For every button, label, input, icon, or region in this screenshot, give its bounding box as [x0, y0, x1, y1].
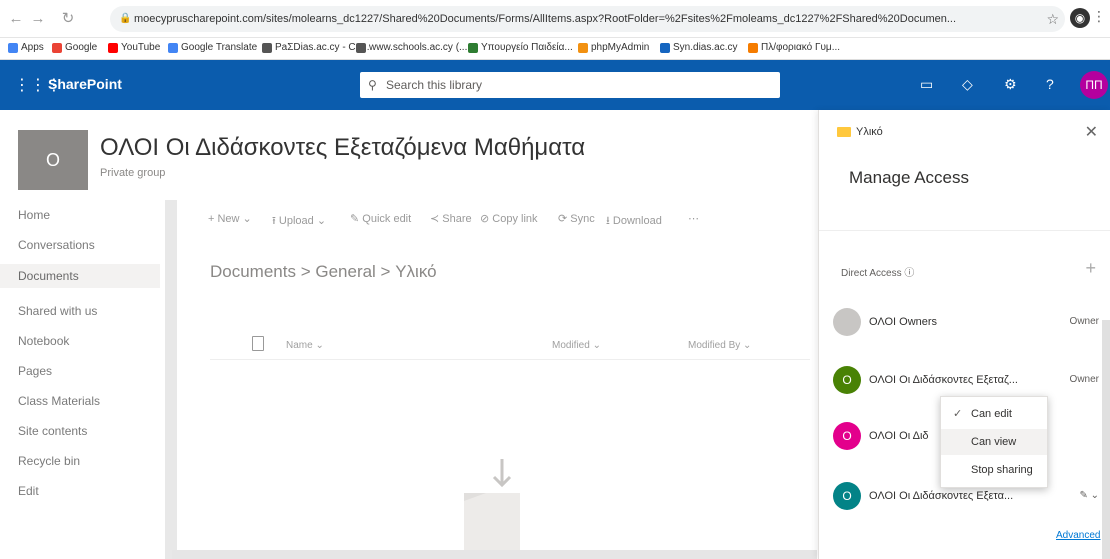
bookmark-moec[interactable]: Υπουργείο Παιδεία... [468, 42, 573, 53]
panel-scrollbar[interactable] [1102, 320, 1110, 559]
nav-item-recycle-bin[interactable]: Recycle bin [18, 454, 80, 468]
browser-toolbar: ← → ↻ 🔒 moecypruscharepoint.com/sites/mo… [0, 0, 1110, 38]
share-button[interactable]: ≺ Share [430, 212, 472, 225]
more-commands-icon[interactable]: ⋯ [688, 212, 699, 225]
person-name: ΟΛΟΙ Οι Διδάσκοντες Εξεταζ... [869, 374, 1018, 386]
advanced-link[interactable]: Advanced [1056, 530, 1100, 541]
nav-item-pages[interactable]: Pages [18, 364, 52, 378]
horizontal-scrollbar[interactable] [172, 550, 817, 559]
bookmark-google[interactable]: Google [52, 42, 97, 53]
command-bar: + New ⌄ ⭱ Upload ⌄ ✎ Quick edit ≺ Share … [190, 206, 800, 232]
divider [819, 230, 1110, 231]
file-type-icon[interactable] [252, 336, 264, 351]
nav-scrollbar[interactable] [165, 200, 177, 559]
new-button[interactable]: + New ⌄ [208, 212, 252, 225]
avatar: O [833, 482, 861, 510]
permission-role[interactable]: Owner [1070, 374, 1099, 385]
quick-edit-button[interactable]: ✎ Quick edit [350, 212, 411, 225]
avatar [833, 308, 861, 336]
column-modified-by[interactable]: Modified By ⌄ [688, 340, 751, 351]
nav-item-site-contents[interactable]: Site contents [18, 424, 87, 438]
settings-gear-icon[interactable]: ⚙ [1004, 76, 1017, 93]
add-people-icon[interactable]: + [1085, 258, 1096, 279]
sync-button[interactable]: ⟳ Sync [558, 212, 595, 225]
copy-link-button[interactable]: ⊘ Copy link [480, 212, 538, 225]
suite-bar: ⋮⋮⋮ SharePoint ⚲ Search this library ▭ ◇… [0, 60, 1110, 110]
person-name: ΟΛΟΙ Οι Διδάσκοντες Εξετα... [869, 490, 1014, 502]
list-header: Name ⌄ Modified ⌄ Modified By ⌄ [210, 330, 810, 360]
site-privacy-label: Private group [100, 167, 166, 179]
person-name: ΟΛΟΙ Owners [869, 316, 938, 328]
bookmark-dias[interactable]: PaΣDias.ac.cy - Co... [262, 42, 370, 53]
direct-access-label: Direct Access ⓘ [841, 268, 915, 279]
menu-item-can-view[interactable]: Can view [941, 429, 1047, 455]
left-navigation: Home Conversations Documents Shared with… [0, 200, 165, 559]
browser-menu-icon[interactable]: ⋮ [1092, 8, 1106, 25]
chat-icon[interactable]: ▭ [920, 76, 933, 93]
panel-title: Manage Access [849, 168, 970, 187]
avatar[interactable]: ΠΠ [1080, 71, 1108, 99]
bookmark-platform[interactable]: Πλ/φοριακό Γυμ... [748, 42, 840, 53]
bookmark-star-icon[interactable]: ☆ [1046, 6, 1059, 32]
folder-icon [837, 127, 851, 137]
app-name[interactable]: SharePoint [48, 76, 122, 92]
folder-name: Υλικό [856, 126, 883, 138]
access-entry[interactable]: O ΟΛΟΙ Οι Διδάσκοντες Εξεταζ... Owner [833, 366, 1103, 396]
close-icon[interactable]: ✕ [1085, 122, 1098, 142]
upload-button[interactable]: ⭱ Upload ⌄ [272, 212, 326, 231]
search-input[interactable]: ⚲ Search this library [360, 72, 780, 98]
url-text: moecypruscharepoint.com/sites/molearns_d… [134, 13, 957, 25]
permission-role[interactable]: Owner [1070, 316, 1099, 327]
reload-icon[interactable]: ↻ [58, 9, 78, 29]
checkmark-icon: ✓ [953, 408, 963, 420]
bookmark-phpmyadmin[interactable]: phpMyAdmin [578, 42, 649, 53]
manage-access-panel: Υλικό ✕ Manage Access Direct Access ⓘ + … [818, 110, 1110, 559]
menu-item-can-edit[interactable]: ✓ Can edit [941, 401, 1047, 427]
nav-item-class-materials[interactable]: Class Materials [18, 394, 100, 408]
address-bar[interactable]: 🔒 moecypruscharepoint.com/sites/molearns… [110, 6, 1065, 32]
menu-item-stop-sharing[interactable]: Stop sharing [941, 457, 1047, 483]
column-modified[interactable]: Modified ⌄ [552, 340, 601, 351]
nav-item-conversations[interactable]: Conversations [18, 238, 95, 252]
permission-menu: ✓ Can edit Can view Stop sharing [940, 396, 1048, 488]
help-icon[interactable]: ? [1046, 76, 1054, 92]
nav-item-edit[interactable]: Edit [18, 484, 39, 498]
access-entry[interactable]: ΟΛΟΙ Owners Owner [833, 308, 1103, 338]
search-placeholder: Search this library [386, 78, 483, 92]
breadcrumb[interactable]: Documents > General > Υλικό [210, 262, 437, 282]
nav-item-home[interactable]: Home [18, 208, 50, 222]
nav-item-documents[interactable]: Documents [0, 264, 160, 288]
person-name: ΟΛΟΙ Οι Διδ [869, 430, 929, 442]
bookmark-syndias[interactable]: Syn.dias.ac.cy [660, 42, 737, 53]
column-name[interactable]: Name ⌄ [286, 340, 324, 351]
bookmark-apps[interactable]: Apps [8, 42, 44, 53]
panel-folder: Υλικό [837, 126, 883, 138]
site-logo[interactable]: O [18, 130, 88, 190]
avatar: O [833, 366, 861, 394]
bookmark-schools[interactable]: www.schools.ac.cy (... [356, 42, 467, 53]
notifications-icon[interactable]: ◇ [962, 76, 973, 93]
bookmarks-bar: Apps Google YouTube Google Translate PaΣ… [0, 38, 1110, 60]
avatar: O [833, 422, 861, 450]
nav-item-notebook[interactable]: Notebook [18, 334, 69, 348]
download-button[interactable]: ⭳ Download [606, 212, 662, 231]
lock-icon: 🔒 [119, 13, 132, 24]
bookmark-youtube[interactable]: YouTube [108, 42, 160, 53]
account-icon[interactable]: ◉ [1070, 8, 1090, 28]
empty-folder-illustration [464, 459, 520, 559]
forward-icon[interactable]: → [28, 9, 48, 29]
page-title: ΟΛΟΙ Οι Διδάσκοντες Εξεταζόμενα Μαθήματα [100, 134, 586, 161]
nav-item-shared[interactable]: Shared with us [18, 304, 97, 318]
edit-pencil-icon[interactable]: ✎ ⌄ [1079, 490, 1099, 501]
back-icon[interactable]: ← [6, 9, 26, 29]
bookmark-translate[interactable]: Google Translate [168, 42, 257, 53]
search-icon: ⚲ [368, 78, 377, 92]
